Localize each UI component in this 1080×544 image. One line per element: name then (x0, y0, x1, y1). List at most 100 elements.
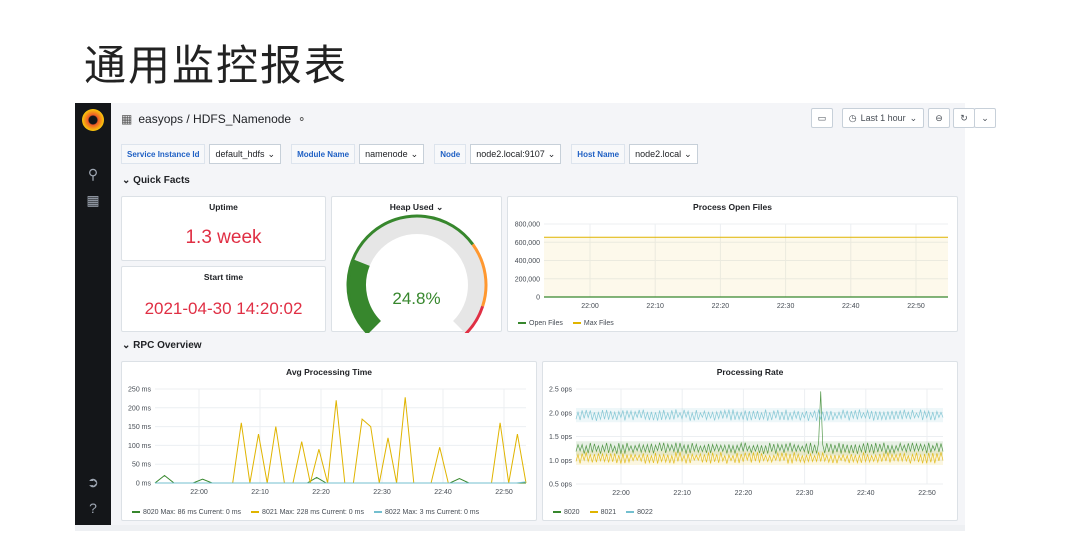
legend: Open Files Max Files (518, 320, 614, 327)
legend-label: 8020 Max: 86 ms Current: 0 ms (143, 509, 242, 516)
y-tick-label: 1.5 ops (549, 434, 572, 441)
x-tick-label: 22:30 (796, 490, 814, 497)
monitor-icon: ▭ (817, 112, 827, 123)
legend-label: 8022 (637, 509, 653, 516)
series-line-8021 (155, 397, 527, 484)
y-tick-label: 600,000 (515, 240, 540, 247)
var-value-text: node2.local (635, 149, 682, 159)
legend-item[interactable]: 8020 (553, 509, 580, 516)
legend-item[interactable]: 8022 Max: 3 ms Current: 0 ms (373, 509, 480, 516)
x-tick-label: 22:30 (373, 489, 391, 496)
panel-title[interactable]: Start time (122, 272, 325, 282)
y-tick-label: 2.5 ops (549, 387, 572, 394)
legend-item[interactable]: 8022 (626, 509, 653, 516)
series-line-8020 (154, 474, 526, 484)
legend-label: 8022 Max: 3 ms Current: 0 ms (384, 509, 480, 516)
var-value-text: node2.local:9107 (476, 149, 545, 159)
refresh-interval-button[interactable]: ⌄ (974, 108, 996, 128)
chevron-down-icon: ⌄ (410, 148, 419, 159)
y-tick-label: 400,000 (515, 258, 540, 265)
tv-mode-button[interactable]: ▭ (811, 108, 833, 128)
var-value-text: default_hdfs (215, 149, 265, 159)
y-tick-label: 1.0 ops (549, 458, 572, 465)
chevron-down-icon: ⌄ (547, 148, 556, 159)
legend-label: 8020 (564, 509, 580, 516)
variables-bar: Service Instance Id default_hdfs ⌄ Module… (121, 144, 704, 164)
y-tick-label: 800,000 (515, 222, 540, 229)
row-rpc-overview[interactable]: ⌄ RPC Overview (122, 340, 202, 351)
top-bar: ▦ easyops / HDFS_Namenode ⚬ ▭ ◷ Last 1 h… (111, 103, 996, 135)
x-tick-label: 22:40 (857, 490, 875, 497)
panel-title[interactable]: Uptime (122, 202, 325, 212)
start-time-value: 2021-04-30 14:20:02 (144, 299, 303, 318)
panel-uptime: Uptime 1.3 week (121, 196, 326, 261)
panel-avg-processing-time: Avg Processing Time 250 ms 200 ms 150 ms 10… (121, 361, 537, 521)
x-tick-label: 22:20 (712, 303, 730, 310)
x-tick-label: 22:20 (312, 489, 330, 496)
y-tick-label: 0 ms (136, 481, 152, 488)
x-tick-label: 22:10 (646, 303, 664, 310)
legend-label: Max Files (583, 320, 614, 327)
x-tick-label: 22:40 (842, 303, 860, 310)
refresh-icon: ↻ (960, 112, 968, 123)
y-tick-label: 200,000 (515, 276, 540, 283)
legend-item[interactable]: Open Files (518, 320, 563, 327)
help-icon[interactable]: ? (84, 499, 102, 517)
var-select-node[interactable]: node2.local:9107 ⌄ (470, 144, 562, 164)
var-select-module[interactable]: namenode ⌄ (359, 144, 425, 164)
y-tick-label: 0 (536, 295, 540, 302)
panel-open-files: Process Open Files 800,000 600,000 400,000… (507, 196, 958, 332)
x-tick-label: 22:10 (251, 489, 269, 496)
var-select-host[interactable]: node2.local ⌄ (629, 144, 698, 164)
panel-heap-used: Heap Used ⌄ 24.8% (331, 196, 502, 333)
panel-start-time: Start time 2021-04-30 14:20:02 (121, 266, 326, 332)
x-tick-label: 22:30 (777, 303, 795, 310)
sidebar: ⚲ ▦ ➲ ? (75, 103, 111, 525)
breadcrumb-text[interactable]: easyops / HDFS_Namenode (138, 112, 291, 126)
share-icon[interactable]: ⚬ (297, 113, 306, 126)
bottom-strip (75, 525, 965, 531)
dashboard-grid-icon: ▦ (121, 112, 133, 126)
y-tick-label: 250 ms (128, 387, 151, 394)
x-tick-label: 22:20 (735, 490, 753, 497)
legend-label: 8021 Max: 228 ms Current: 0 ms (262, 509, 364, 516)
sign-in-icon[interactable]: ➲ (84, 473, 102, 491)
zoom-out-button[interactable]: ⊖ (928, 108, 950, 128)
x-tick-label: 22:50 (918, 490, 936, 497)
uptime-value: 1.3 week (185, 227, 262, 248)
grafana-window: ⚲ ▦ ➲ ? ▦ easyops / HDFS_Namenode ⚬ ▭ ◷ … (75, 103, 996, 525)
clock-icon: ◷ (848, 112, 857, 123)
time-range-picker[interactable]: ◷ Last 1 hour ⌄ (842, 108, 924, 128)
open-files-chart: 800,000 600,000 400,000 200,000 0 22:00 22:10 2… (515, 222, 948, 310)
row-title-text: RPC Overview (133, 340, 202, 351)
max-files-area (544, 237, 948, 297)
legend-item[interactable]: 8020 Max: 86 ms Current: 0 ms (132, 509, 241, 516)
time-range-label: Last 1 hour (860, 113, 906, 123)
grafana-logo-icon[interactable] (82, 109, 104, 131)
legend-label: Open Files (529, 320, 563, 327)
var-label-node: Node (434, 144, 467, 164)
var-label-module: Module Name (291, 144, 356, 164)
slide-title: 通用监控报表 (84, 41, 349, 90)
legend-item[interactable]: 8021 Max: 228 ms Current: 0 ms (251, 509, 364, 516)
dashboards-icon[interactable]: ▦ (84, 191, 102, 209)
var-select-service-instance[interactable]: default_hdfs ⌄ (209, 144, 282, 164)
row-quick-facts[interactable]: ⌄ Quick Facts (122, 175, 190, 186)
avg-time-chart: 250 ms 200 ms 150 ms 100 ms 50 ms 0 ms 22:00 22… (128, 387, 527, 496)
y-tick-label: 50 ms (132, 462, 152, 469)
var-label-service-instance: Service Instance Id (121, 144, 206, 164)
chevron-down-icon: ⌄ (909, 112, 918, 123)
x-tick-label: 22:00 (190, 489, 208, 496)
gauge-track (348, 216, 486, 333)
legend-item[interactable]: Max Files (572, 320, 614, 327)
x-tick-label: 22:10 (673, 490, 691, 497)
search-icon[interactable]: ⚲ (84, 165, 102, 183)
panel-processing-rate: Processing Rate 2.5 ops 2.0 ops 1.5 ops 1.0… (542, 361, 958, 521)
refresh-button[interactable]: ↻ (953, 108, 975, 128)
legend: 8020 8021 8022 (553, 509, 653, 516)
legend-item[interactable]: 8021 (589, 509, 616, 516)
y-tick-label: 100 ms (128, 443, 151, 450)
heap-value: 24.8% (392, 289, 441, 308)
breadcrumb: ▦ easyops / HDFS_Namenode ⚬ (121, 112, 306, 126)
x-tick-label: 22:40 (434, 489, 452, 496)
